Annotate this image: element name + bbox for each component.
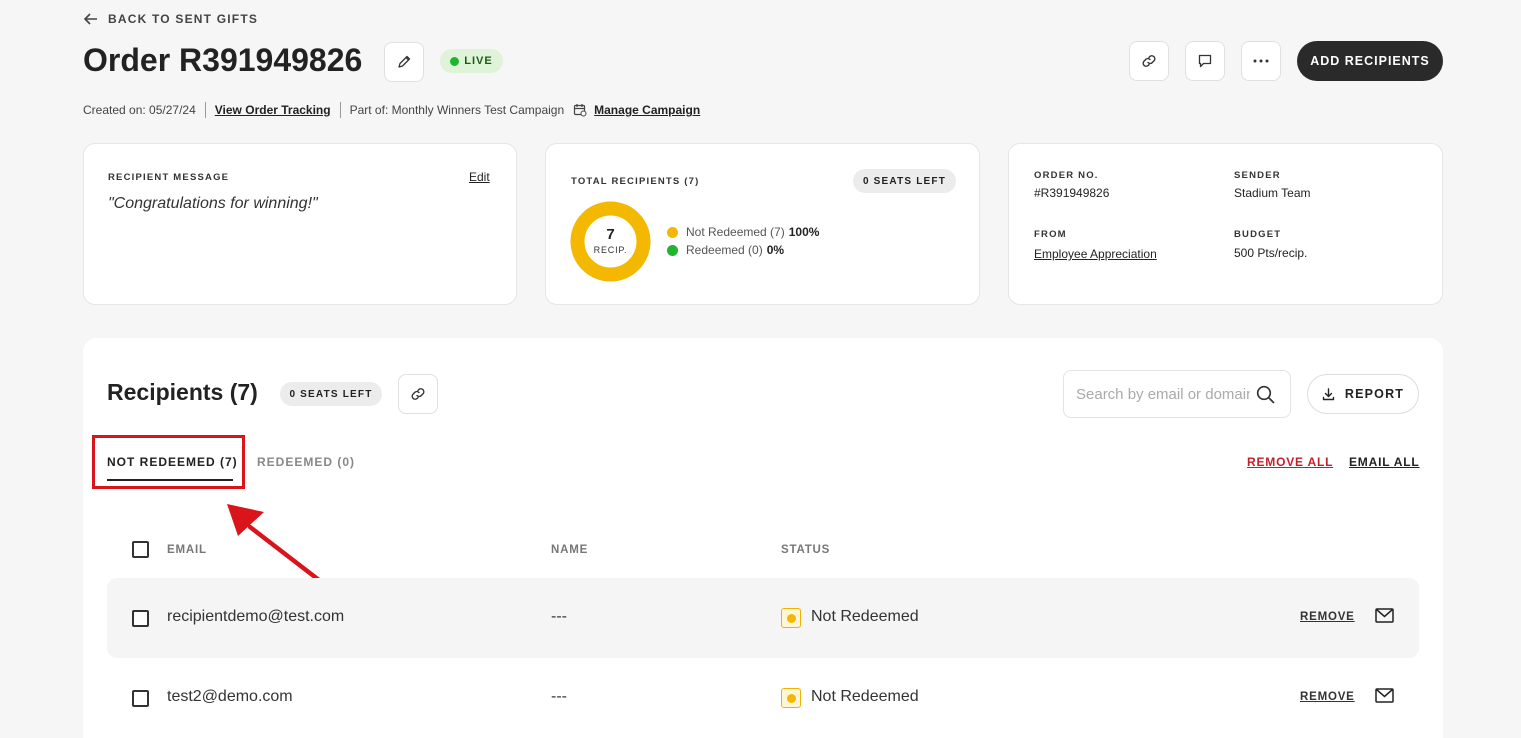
donut-count: 7 [606, 226, 615, 243]
search-input[interactable] [1076, 385, 1250, 403]
divider [204, 102, 206, 118]
arrow-left-icon [84, 13, 97, 25]
row-checkbox[interactable] [132, 610, 149, 627]
status-badge: LIVE [440, 49, 503, 73]
row-name: --- [551, 688, 567, 705]
link-icon [1142, 55, 1156, 67]
copy-link-button[interactable] [1129, 41, 1169, 81]
tab-redeemed[interactable]: REDEEMED (0) [257, 455, 355, 469]
email-icon[interactable] [1375, 608, 1394, 623]
total-recipients-label: TOTAL RECIPIENTS (7) [571, 176, 700, 187]
from-link[interactable]: Employee Appreciation [1034, 247, 1157, 261]
select-all-checkbox[interactable] [132, 541, 149, 558]
sender-label: SENDER [1234, 170, 1281, 181]
recipient-message-card: RECIPIENT MESSAGE Edit "Congratulations … [83, 143, 517, 305]
status-badge-label: LIVE [464, 55, 493, 67]
created-on: Created on: 05/27/24 [83, 103, 196, 117]
live-dot-icon [450, 56, 460, 66]
sender-value: Stadium Team [1234, 186, 1311, 200]
ellipsis-icon [1253, 59, 1269, 63]
edit-message-link[interactable]: Edit [469, 170, 490, 184]
legend-item-redeemed: Redeemed (0) 0% [667, 243, 784, 257]
divider [339, 102, 341, 118]
legend-pct: 100% [788, 225, 820, 239]
highlight-box [92, 435, 245, 489]
column-status: STATUS [781, 544, 831, 556]
row-checkbox[interactable] [132, 690, 149, 707]
legend-dot-icon [667, 226, 678, 238]
view-order-tracking-link[interactable]: View Order Tracking [215, 103, 331, 117]
seats-left-badge: 0 SEATS LEFT [853, 169, 956, 193]
report-label: REPORT [1344, 387, 1405, 401]
legend-dot-icon [667, 244, 678, 256]
table-row[interactable] [107, 658, 1419, 738]
remove-all-button[interactable]: REMOVE ALL [1247, 455, 1333, 469]
search-icon[interactable] [1256, 385, 1275, 404]
not-redeemed-status-icon [781, 688, 801, 708]
row-remove-button[interactable]: REMOVE [1300, 611, 1355, 623]
recipients-title: Recipients (7) [107, 379, 258, 405]
from-label: FROM [1034, 229, 1067, 240]
recipient-message-label: RECIPIENT MESSAGE [108, 172, 230, 183]
download-icon [1322, 387, 1335, 400]
column-email: EMAIL [167, 544, 207, 556]
row-status: Not Redeemed [811, 608, 919, 625]
legend-item-not-redeemed: Not Redeemed (7) 100% [667, 225, 819, 239]
order-no-value: #R391949826 [1034, 186, 1110, 200]
email-icon[interactable] [1375, 688, 1394, 703]
not-redeemed-status-icon [781, 608, 801, 628]
pencil-icon [398, 55, 411, 68]
back-label: BACK TO SENT GIFTS [108, 12, 259, 26]
comment-icon [1198, 54, 1212, 68]
seats-left-badge: 0 SEATS LEFT [280, 382, 382, 406]
row-email: recipientdemo@test.com [167, 608, 345, 625]
back-to-sent-gifts-link[interactable]: BACK TO SENT GIFTS [84, 12, 258, 26]
row-status: Not Redeemed [811, 688, 919, 705]
campaign-name: Part of: Monthly Winners Test Campaign [349, 103, 565, 117]
legend-label: Not Redeemed (7) [686, 225, 785, 239]
recipient-message-text: "Congratulations for winning!" [108, 195, 318, 212]
link-icon [411, 388, 425, 400]
copy-recipients-link-button[interactable] [398, 374, 438, 414]
order-details-card: ORDER NO. #R391949826 SENDER Stadium Tea… [1008, 143, 1443, 305]
calendar-icon [574, 104, 587, 117]
report-button[interactable]: REPORT [1307, 374, 1419, 414]
email-all-button[interactable]: EMAIL ALL [1349, 455, 1420, 469]
order-meta: Created on: 05/27/24 View Order Tracking… [83, 102, 700, 118]
budget-value: 500 Pts/recip. [1234, 246, 1308, 260]
more-options-button[interactable] [1241, 41, 1281, 81]
search-field[interactable] [1063, 370, 1291, 418]
order-no-label: ORDER NO. [1034, 170, 1099, 181]
total-recipients-card: TOTAL RECIPIENTS (7) 0 SEATS LEFT 7 RECI… [545, 143, 980, 305]
edit-title-button[interactable] [384, 42, 424, 82]
budget-label: BUDGET [1234, 229, 1282, 240]
manage-campaign-link[interactable]: Manage Campaign [594, 103, 700, 117]
legend-label: Redeemed (0) [686, 243, 763, 257]
donut-unit: RECIP. [593, 245, 628, 255]
add-recipients-button[interactable]: ADD RECIPIENTS [1297, 41, 1443, 81]
page-title: Order R391949826 [83, 42, 363, 78]
comment-button[interactable] [1185, 41, 1225, 81]
row-name: --- [551, 608, 567, 625]
legend-pct: 0% [766, 243, 785, 257]
row-remove-button[interactable]: REMOVE [1300, 691, 1355, 703]
column-name: NAME [551, 544, 589, 556]
row-email: test2@demo.com [167, 688, 293, 705]
